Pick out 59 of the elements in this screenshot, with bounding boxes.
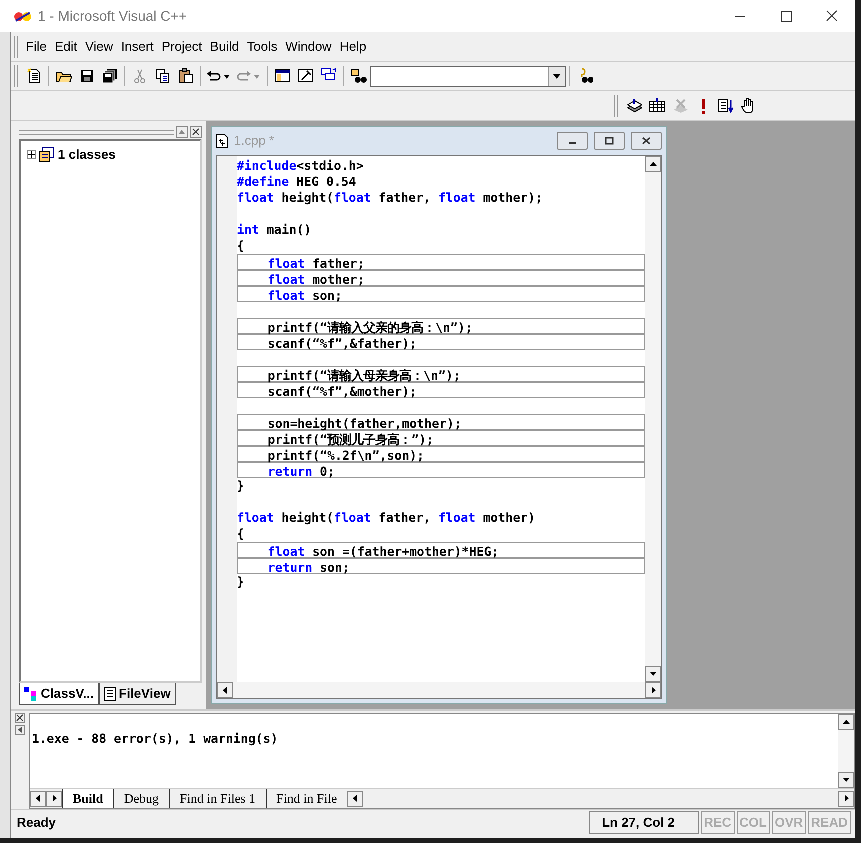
hand-icon[interactable] bbox=[740, 98, 756, 114]
status-indicator: REC bbox=[701, 810, 735, 834]
close-icon[interactable] bbox=[15, 713, 25, 723]
menu-item[interactable]: Project bbox=[158, 34, 206, 58]
output-tab[interactable]: Find in Files 1 bbox=[169, 788, 266, 808]
left-arrow-icon[interactable] bbox=[34, 794, 42, 803]
binoculars-icon[interactable] bbox=[350, 68, 366, 84]
menu-item[interactable]: Build bbox=[206, 34, 244, 58]
clipboard-icon[interactable] bbox=[178, 68, 194, 84]
dropdown-arrow-icon[interactable] bbox=[553, 74, 561, 78]
stacked-pages-icon[interactable] bbox=[626, 98, 642, 114]
copy-icon[interactable] bbox=[154, 68, 170, 84]
up-arrow-icon[interactable] bbox=[648, 160, 658, 168]
left-arrow-icon[interactable] bbox=[220, 686, 230, 694]
workspace-window-icon[interactable] bbox=[274, 68, 290, 84]
up-arrow-icon[interactable] bbox=[842, 718, 850, 726]
maximize-icon[interactable] bbox=[778, 10, 794, 22]
window-title: 1 - Microsoft Visual C++ bbox=[38, 6, 188, 26]
expand-toggle[interactable] bbox=[27, 150, 36, 160]
build-grid-icon[interactable] bbox=[648, 98, 664, 114]
restore-icon[interactable] bbox=[603, 137, 616, 145]
hammer-window-icon[interactable] bbox=[298, 68, 314, 84]
output-line: 1.exe - 88 error(s), 1 warning(s) bbox=[32, 730, 280, 748]
find-combo-box[interactable] bbox=[370, 66, 566, 86]
list-down-arrow-icon[interactable] bbox=[718, 98, 734, 114]
close-icon[interactable] bbox=[640, 137, 653, 145]
app-logo-icon bbox=[14, 10, 32, 24]
left-arrow-icon[interactable] bbox=[350, 794, 360, 803]
workspace-tab[interactable]: ClassV... bbox=[19, 683, 100, 705]
menu-item[interactable]: Insert bbox=[117, 34, 158, 58]
menu-item[interactable]: Edit bbox=[50, 34, 82, 58]
output-tab[interactable]: Build bbox=[62, 788, 114, 808]
document-title: 1.cpp * bbox=[234, 132, 276, 150]
menu-item[interactable]: File bbox=[22, 34, 51, 58]
close-icon[interactable] bbox=[190, 126, 202, 138]
new-document-icon[interactable] bbox=[26, 68, 42, 84]
document-icon bbox=[104, 686, 116, 700]
status-indicator: COL bbox=[736, 810, 770, 834]
menu-item[interactable]: Window bbox=[282, 34, 336, 58]
source-file-icon bbox=[216, 134, 228, 148]
output-tab[interactable]: Debug bbox=[113, 788, 170, 808]
plus-sign-icon bbox=[28, 151, 35, 158]
menu-item[interactable]: Tools bbox=[243, 34, 282, 58]
cursor-position: Ln 27, Col 2 bbox=[589, 810, 700, 834]
class-blocks-icon bbox=[24, 686, 38, 700]
close-icon[interactable] bbox=[824, 10, 840, 22]
status-indicator: OVR bbox=[772, 810, 806, 834]
undo-arrow-icon[interactable] bbox=[206, 68, 232, 84]
dock-toggle-icon[interactable] bbox=[15, 725, 25, 735]
down-arrow-icon[interactable] bbox=[842, 776, 850, 784]
workspace-tab[interactable]: FileView bbox=[99, 683, 176, 705]
menu-item[interactable]: View bbox=[81, 34, 118, 58]
menu-item[interactable]: Help bbox=[336, 34, 371, 58]
status-indicator: READ bbox=[808, 810, 851, 834]
classes-icon bbox=[39, 146, 55, 163]
stacked-disks-icon[interactable] bbox=[102, 68, 118, 84]
down-arrow-icon[interactable] bbox=[648, 670, 658, 678]
tree-item-label[interactable]: 1 classes bbox=[58, 145, 116, 164]
status-message: Ready bbox=[16, 814, 58, 832]
